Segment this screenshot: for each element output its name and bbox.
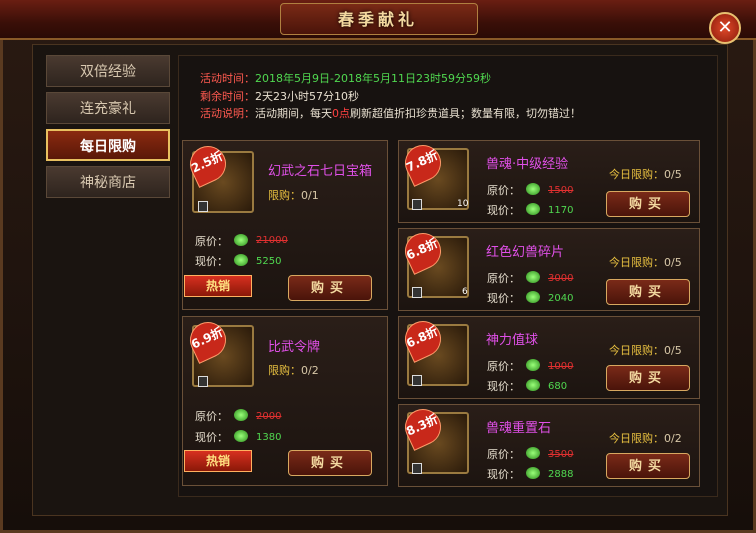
bound-lock-icon	[412, 287, 422, 298]
tab-mystery-shop[interactable]: 神秘商店	[46, 166, 170, 198]
hot-sale-badge: 热销	[184, 450, 252, 472]
current-price-label: 现价：	[487, 468, 520, 481]
original-price: 2000	[256, 411, 282, 422]
current-price: 1380	[256, 432, 282, 443]
item-name: 神力值球	[486, 333, 539, 348]
buy-button[interactable]: 购买	[606, 191, 690, 217]
today-limit: 今日限购：0/5	[609, 254, 682, 270]
item-count: 10	[457, 199, 469, 209]
jade-coin-icon	[526, 271, 540, 283]
tab-recharge-gifts[interactable]: 连充豪礼	[46, 92, 170, 124]
today-limit-label: 今日限购：	[609, 168, 664, 181]
hot-sale-badge: 热销	[184, 275, 252, 297]
item-name: 幻武之石七日宝箱	[268, 164, 373, 179]
jade-coin-icon	[526, 467, 540, 479]
original-price-label: 原价：	[487, 360, 520, 373]
current-price: 1170	[548, 205, 574, 216]
original-price: 1500	[548, 185, 574, 196]
event-time-row: 活动时间：2018年5月9日-2018年5月11日23时59分59秒	[200, 70, 581, 88]
current-price-label: 现价：	[487, 292, 520, 305]
today-limit-label: 今日限购：	[609, 256, 664, 269]
event-desc-highlight: 0点	[332, 107, 350, 120]
today-limit-label: 今日限购：	[609, 344, 664, 357]
item-name: 红色幻兽碎片	[486, 245, 565, 260]
bound-lock-icon	[198, 201, 208, 212]
item-name: 比武令牌	[268, 340, 321, 355]
limit-value: 0/1	[301, 189, 319, 202]
today-limit: 今日限购：0/5	[609, 166, 682, 182]
remaining-time-label: 剩余时间：	[200, 89, 255, 103]
today-limit-label: 今日限购：	[609, 432, 664, 445]
original-price: 3500	[548, 449, 574, 460]
current-price: 5250	[256, 256, 282, 267]
remaining-time-row: 剩余时间：2天23小时57分10秒	[200, 88, 581, 106]
today-limit-value: 0/2	[664, 432, 682, 445]
buy-button[interactable]: 购买	[288, 450, 372, 476]
limit-label: 限购：	[268, 189, 301, 202]
current-price-label: 现价：	[487, 380, 520, 393]
today-limit-value: 0/5	[664, 256, 682, 269]
item-name: 兽魂重置石	[486, 421, 552, 436]
bound-lock-icon	[412, 463, 422, 474]
current-price-label: 现价：	[195, 431, 228, 444]
current-price: 2888	[548, 469, 574, 480]
bound-lock-icon	[198, 376, 208, 387]
close-icon[interactable]: ✕	[709, 12, 741, 44]
current-price-label: 现价：	[195, 255, 228, 268]
bound-lock-icon	[412, 375, 422, 386]
jade-coin-icon	[526, 291, 540, 303]
buy-button[interactable]: 购买	[606, 453, 690, 479]
today-limit: 今日限购：0/2	[609, 430, 682, 446]
jade-coin-icon	[234, 430, 248, 442]
item-limit: 限购：0/2	[268, 362, 319, 378]
original-price-label: 原价：	[487, 448, 520, 461]
original-price-label: 原价：	[195, 235, 228, 248]
today-limit-value: 0/5	[664, 168, 682, 181]
jade-coin-icon	[526, 203, 540, 215]
limit-value: 0/2	[301, 364, 319, 377]
event-desc-row: 活动说明：活动期间，每天0点刷新超值折扣珍贵道具；数量有限，切勿错过！	[200, 105, 581, 123]
sidebar: 双倍经验 连充豪礼 每日限购 神秘商店	[46, 55, 172, 203]
limit-label: 限购：	[268, 364, 301, 377]
jade-coin-icon	[234, 234, 248, 246]
item-count: 6	[462, 287, 468, 297]
jade-coin-icon	[526, 447, 540, 459]
original-price: 21000	[256, 235, 288, 246]
original-price-label: 原价：	[195, 410, 228, 423]
tab-double-exp[interactable]: 双倍经验	[46, 55, 170, 87]
buy-button[interactable]: 购买	[606, 365, 690, 391]
tab-daily-limited[interactable]: 每日限购	[46, 129, 170, 161]
original-price-label: 原价：	[487, 272, 520, 285]
original-price: 3000	[548, 273, 574, 284]
jade-coin-icon	[526, 379, 540, 391]
item-limit: 限购：0/1	[268, 187, 319, 203]
event-time-label: 活动时间：	[200, 72, 255, 85]
current-price-label: 现价：	[487, 204, 520, 217]
jade-coin-icon	[526, 183, 540, 195]
current-price: 680	[548, 381, 568, 392]
event-info: 活动时间：2018年5月9日-2018年5月11日23时59分59秒 剩余时间：…	[200, 70, 581, 123]
buy-button[interactable]: 购买	[288, 275, 372, 301]
buy-button[interactable]: 购买	[606, 279, 690, 305]
jade-coin-icon	[234, 409, 248, 421]
jade-coin-icon	[234, 254, 248, 266]
event-time-value: 2018年5月9日-2018年5月11日23时59分59秒	[255, 72, 491, 85]
event-desc-label: 活动说明：	[200, 107, 255, 120]
today-limit: 今日限购：0/5	[609, 342, 682, 358]
current-price: 2040	[548, 293, 574, 304]
event-desc-post: 刷新超值折扣珍贵道具；数量有限，切勿错过！	[350, 107, 581, 120]
window-title: 春季献礼	[337, 10, 418, 29]
original-price-label: 原价：	[487, 184, 520, 197]
jade-coin-icon	[526, 359, 540, 371]
item-name: 兽魂·中级经验	[486, 157, 569, 172]
today-limit-value: 0/5	[664, 344, 682, 357]
original-price: 1000	[548, 361, 574, 372]
event-desc-pre: 活动期间，每天	[255, 107, 332, 120]
bound-lock-icon	[412, 199, 422, 210]
remaining-time-value: 2天23小时57分10秒	[255, 89, 359, 103]
